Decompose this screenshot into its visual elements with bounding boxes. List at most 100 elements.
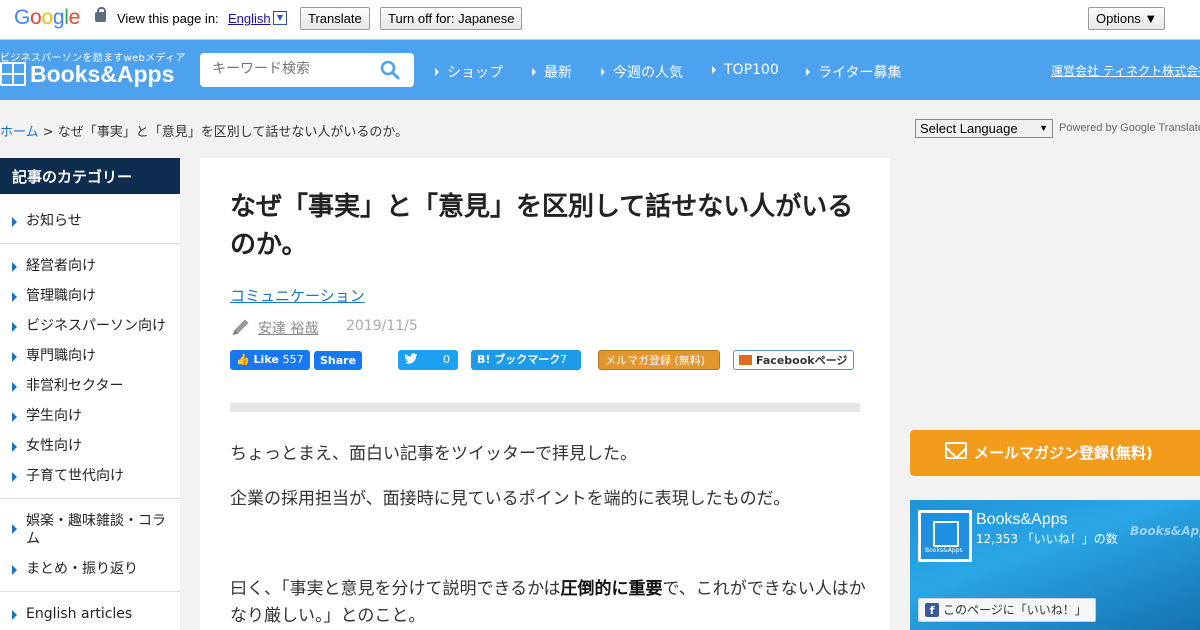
category-sidebar: 記事のカテゴリー お知らせ 経営者向け 管理職向け ビジネスパーソン向け 専門職… [0, 158, 180, 630]
lock-icon [95, 7, 106, 22]
google-logo: Google [14, 6, 80, 29]
sidebar-item-label: 女性向け [26, 438, 82, 454]
triangle-icon [12, 217, 17, 227]
options-button[interactable]: Options ▼ [1088, 7, 1166, 30]
article-date: 2019/11/5 [346, 318, 418, 334]
tweet-count: 0 [443, 353, 450, 366]
tweet-button[interactable]: 0 [398, 350, 458, 370]
pencil-icon [233, 319, 249, 335]
triangle-icon [12, 292, 17, 302]
fb-cover-watermark: Books&Apps [1130, 524, 1200, 538]
chevron-down-icon[interactable]: ▼ [273, 11, 287, 25]
sidebar-item-label: お知らせ [26, 213, 82, 229]
triangle-icon [12, 442, 17, 452]
sidebar-item-label: 経営者向け [26, 258, 96, 274]
sidebar-item-label: 専門職向け [26, 348, 96, 364]
triangle-icon [12, 524, 17, 534]
triangle-icon [12, 352, 17, 362]
twitter-icon [404, 353, 418, 364]
sidebar-heading: 記事のカテゴリー [0, 158, 180, 194]
triangle-icon [12, 412, 17, 422]
triangle-icon [435, 68, 439, 76]
sidebar-item-label: まとめ・振り返り [26, 561, 138, 577]
translate-bar: Google View this page in: English ▼ Tran… [0, 0, 1200, 40]
search-input[interactable] [212, 61, 372, 77]
nav-shop[interactable]: ショップ [435, 62, 503, 82]
language-select-label: Select Language [920, 121, 1018, 136]
fb-page-avatar[interactable] [918, 510, 972, 562]
logo-icon [0, 62, 26, 86]
breadcrumb-home[interactable]: ホーム [0, 125, 39, 140]
mailmag-button[interactable]: メルマガ登録 (無料) [598, 350, 720, 370]
fb-like-count: 557 [282, 353, 304, 366]
sidebar-item-label: English articles [26, 606, 133, 622]
sidebar-item-label: 学生向け [26, 408, 82, 424]
language-select[interactable]: Select Language ▼ [915, 119, 1053, 138]
nav-top100[interactable]: TOP100 [712, 62, 779, 78]
hatena-bookmark-button[interactable]: B! ブックマーク 7 [471, 350, 581, 370]
paragraph-emphasis: 圧倒的に重要 [560, 579, 663, 599]
facebook-share-button[interactable]: Share [314, 351, 363, 370]
triangle-icon [12, 565, 17, 575]
mail-icon [945, 442, 967, 459]
facebook-page-widget: Books&Apps 12,353 「いいね！」の数 Books&Apps この… [910, 500, 1200, 630]
sidebar-item-label: 管理職向け [26, 288, 96, 304]
triangle-icon [12, 472, 17, 482]
nav-latest[interactable]: 最新 [532, 62, 572, 82]
company-link[interactable]: 運営会社 ティネクト株式会社 [1051, 62, 1200, 79]
fb-like-label: Like [253, 353, 279, 366]
thumbs-up-icon: 👍 [236, 353, 250, 366]
triangle-icon [12, 610, 17, 620]
nav-writer-recruit[interactable]: ライター募集 [806, 62, 901, 82]
sidebar-item-label: 娯楽・趣味雑談・コラム [26, 513, 166, 547]
hatena-count: 7 [560, 353, 567, 366]
divider [0, 591, 180, 592]
chevron-down-icon: ▼ [1039, 123, 1048, 133]
hatena-label: B! ブックマーク [477, 353, 561, 366]
turn-off-button[interactable]: Turn off for: Japanese [380, 7, 523, 30]
powered-by-google: Powered by Google Translate [1059, 122, 1200, 134]
article-paragraph: ちょっとまえ、面白い記事をツイッターで拝見した。 [230, 444, 637, 464]
sidebar-item-label: ビジネスパーソン向け [26, 318, 166, 334]
sidebar-item-label: 非営利セクター [26, 378, 124, 394]
view-page-text: View this page in: [117, 11, 219, 26]
search-icon[interactable] [380, 60, 400, 80]
fb-like-count: 12,353 「いいね！」の数 [976, 532, 1118, 546]
article-category-link[interactable]: コミュニケーション [230, 285, 365, 306]
triangle-icon [12, 322, 17, 332]
translate-button[interactable]: Translate [300, 7, 370, 30]
article-paragraph: 企業の採用担当が、面接時に見ているポイントを端的に表現したものだ。 [230, 489, 791, 509]
nav-label: 今週の人気 [613, 65, 683, 81]
article-title: なぜ「事実」と「意見」を区別して話せない人がいるのか。 [230, 192, 854, 260]
triangle-icon [12, 262, 17, 272]
nav-label: TOP100 [724, 62, 779, 78]
logo-text: Books&Apps [30, 60, 175, 87]
divider [0, 243, 180, 244]
breadcrumb: ホーム > なぜ「事実」と「意見」を区別して話せない人がいるのか。 [0, 121, 408, 140]
paragraph-text: 曰く、「事実と意見を分けて説明できるかは [230, 579, 561, 599]
flag-icon [739, 355, 752, 365]
article-paragraph: 曰く、「事実と意見を分けて説明できるかは圧倒的に重要で、これができない人はかなり… [230, 576, 870, 630]
facebook-like-button[interactable]: 👍 Like 557 [230, 350, 310, 370]
fb-page-name[interactable]: Books&Apps [976, 511, 1068, 529]
facebook-page-button[interactable]: Facebookページ [733, 350, 854, 370]
author-link[interactable]: 安達 裕哉 [258, 318, 318, 338]
language-link[interactable]: English [228, 11, 271, 26]
triangle-icon [712, 66, 716, 74]
nav-label: 最新 [544, 65, 572, 81]
nav-weekly-popular[interactable]: 今週の人気 [601, 62, 683, 82]
breadcrumb-current: > なぜ「事実」と「意見」を区別して話せない人がいるのか。 [38, 125, 409, 140]
triangle-icon [601, 68, 605, 76]
nav-label: ショップ [447, 65, 503, 81]
fb-like-page-button[interactable]: このページに「いいね！」 [918, 598, 1096, 622]
article: なぜ「事実」と「意見」を区別して話せない人がいるのか。 コミュニケーション 安達… [200, 158, 890, 630]
divider-bar [230, 403, 860, 412]
nav-label: ライター募集 [818, 65, 902, 81]
sidebar-item-label: 子育て世代向け [26, 468, 124, 484]
triangle-icon [806, 68, 810, 76]
fb-page-label: Facebookページ [756, 354, 848, 367]
divider [0, 498, 180, 499]
site-logo[interactable]: Books&Apps [0, 60, 174, 88]
triangle-icon [12, 382, 17, 392]
triangle-icon [532, 68, 536, 76]
